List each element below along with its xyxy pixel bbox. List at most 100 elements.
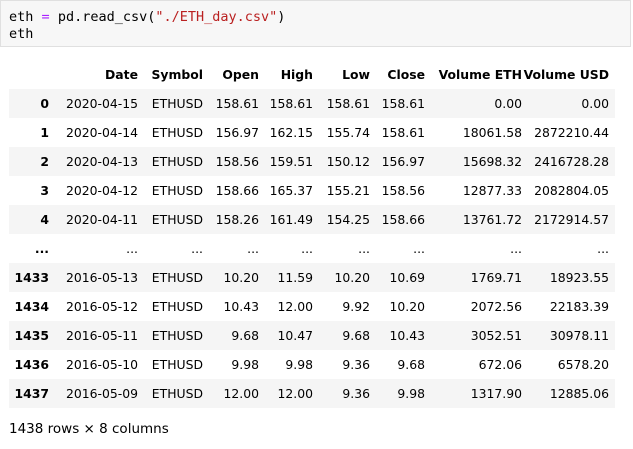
table-cell: 9.36 xyxy=(342,357,370,372)
table-cell: ETHUSD xyxy=(151,299,203,314)
table-cell: 672.06 xyxy=(478,357,522,372)
row-index: 4 xyxy=(40,212,49,227)
table-cell: 162.15 xyxy=(269,125,313,140)
header-volume-eth: Volume ETH xyxy=(438,67,522,82)
table-cell: ... xyxy=(413,241,425,256)
table-cell: ... xyxy=(247,241,259,256)
table-row: 4 2020-04-11 ETHUSD 158.26 161.49 154.25 158.6… xyxy=(9,205,615,234)
table-cell: ETHUSD xyxy=(151,270,203,285)
table-cell: 158.56 xyxy=(381,183,425,198)
header-open: Open xyxy=(222,67,259,82)
table-cell: 10.47 xyxy=(277,328,313,343)
table-cell: 0.00 xyxy=(494,96,522,111)
table-cell: 158.56 xyxy=(215,154,259,169)
table-cell: 15698.32 xyxy=(462,154,522,169)
table-cell: ETHUSD xyxy=(151,154,203,169)
table-cell: 9.92 xyxy=(342,299,370,314)
table-cell: 2020-04-11 xyxy=(65,212,138,227)
table-cell: 10.20 xyxy=(223,270,259,285)
row-index: 3 xyxy=(40,183,49,198)
table-cell: 158.61 xyxy=(215,96,259,111)
table-cell: ETHUSD xyxy=(151,96,203,111)
table-cell: 10.43 xyxy=(389,328,425,343)
table-cell: 2016-05-13 xyxy=(65,270,138,285)
header-date: Date xyxy=(105,67,138,82)
table-cell: 10.69 xyxy=(389,270,425,285)
table-cell: ... xyxy=(191,241,203,256)
table-row: 3 2020-04-12 ETHUSD 158.66 165.37 155.21 158.5… xyxy=(9,176,615,205)
header-close: Close xyxy=(387,67,425,82)
table-cell: 158.26 xyxy=(215,212,259,227)
table-cell: ETHUSD xyxy=(151,328,203,343)
table-cell: 2020-04-14 xyxy=(65,125,138,140)
table-cell: ETHUSD xyxy=(151,357,203,372)
table-cell: 18061.58 xyxy=(462,125,522,140)
table-row: 1435 2016-05-11 ETHUSD 9.68 10.47 9.68 10.43 30… xyxy=(9,321,615,350)
table-cell: 12.00 xyxy=(277,299,313,314)
table-cell: 6578.20 xyxy=(557,357,609,372)
table-cell: ... xyxy=(597,241,609,256)
code-string-arg: "./ETH_day.csv" xyxy=(155,9,278,25)
row-index: 0 xyxy=(40,96,49,111)
table-cell: 12.00 xyxy=(277,386,313,401)
table-cell: ... xyxy=(301,241,313,256)
table-cell: 9.98 xyxy=(397,386,425,401)
table-cell: 12877.33 xyxy=(462,183,522,198)
table-cell: 30978.11 xyxy=(549,328,609,343)
table-cell: 158.61 xyxy=(381,125,425,140)
table-cell: 2072.56 xyxy=(470,299,522,314)
table-cell: 22183.39 xyxy=(549,299,609,314)
table-cell: 9.68 xyxy=(397,357,425,372)
table-cell: 10.43 xyxy=(223,299,259,314)
table-row: 1434 2016-05-12 ETHUSD 10.43 12.00 9.92 10.20 2… xyxy=(9,292,615,321)
table-cell: 12885.06 xyxy=(549,386,609,401)
table-row: 0 2020-04-15 ETHUSD 158.61 158.61 158.61 158.6… xyxy=(9,89,615,118)
table-cell: 158.61 xyxy=(326,96,370,111)
table-cell: 9.68 xyxy=(231,328,259,343)
table-row: 1433 2016-05-13 ETHUSD 10.20 11.59 10.20 10.69… xyxy=(9,263,615,292)
table-cell: 156.97 xyxy=(215,125,259,140)
table-cell: ETHUSD xyxy=(151,212,203,227)
table-cell: ... xyxy=(510,241,522,256)
table-cell: 9.36 xyxy=(342,386,370,401)
row-index: 1436 xyxy=(14,357,50,372)
table-cell: 154.25 xyxy=(326,212,370,227)
table-cell: 2016-05-11 xyxy=(65,328,138,343)
table-cell: 2416728.28 xyxy=(534,154,609,169)
header-index xyxy=(9,60,49,89)
table-cell: 13761.72 xyxy=(462,212,522,227)
table-cell: 2020-04-12 xyxy=(65,183,138,198)
code-variable: eth xyxy=(9,9,34,25)
row-index: 2 xyxy=(40,154,49,169)
table-cell: ETHUSD xyxy=(151,125,203,140)
table-cell: 158.61 xyxy=(269,96,313,111)
row-index: ... xyxy=(34,241,49,256)
table-cell: 1769.71 xyxy=(470,270,522,285)
code-line-2: eth xyxy=(9,26,34,42)
table-cell: 2082804.05 xyxy=(534,183,609,198)
table-cell: ... xyxy=(358,241,370,256)
table-cell: 158.66 xyxy=(381,212,425,227)
header-high: High xyxy=(280,67,313,82)
header-symbol: Symbol xyxy=(151,67,203,82)
table-cell: 161.49 xyxy=(269,212,313,227)
table-row: 1 2020-04-14 ETHUSD 156.97 162.15 155.74 158.6… xyxy=(9,118,615,147)
table-cell: 150.12 xyxy=(326,154,370,169)
table-cell: ETHUSD xyxy=(151,386,203,401)
table-row: ........................... xyxy=(9,234,615,263)
code-call: pd.read_csv( xyxy=(57,9,156,25)
code-cell[interactable]: eth = pd.read_csv("./ETH_day.csv") eth xyxy=(0,0,631,47)
row-index: 1433 xyxy=(14,270,50,285)
table-cell: 155.74 xyxy=(326,125,370,140)
row-index: 1 xyxy=(40,125,49,140)
table-cell: 9.98 xyxy=(285,357,313,372)
table-header-row: Date Symbol Open High Low Close Volume E… xyxy=(9,60,615,89)
table-cell: 156.97 xyxy=(381,154,425,169)
table-cell: 12.00 xyxy=(223,386,259,401)
table-cell: 2020-04-15 xyxy=(65,96,138,111)
table-cell: 2016-05-10 xyxy=(65,357,138,372)
table-cell: 3052.51 xyxy=(470,328,522,343)
dataframe-table: Date Symbol Open High Low Close Volume E… xyxy=(9,60,615,408)
code-operator: = xyxy=(41,9,50,25)
table-cell: 9.68 xyxy=(342,328,370,343)
